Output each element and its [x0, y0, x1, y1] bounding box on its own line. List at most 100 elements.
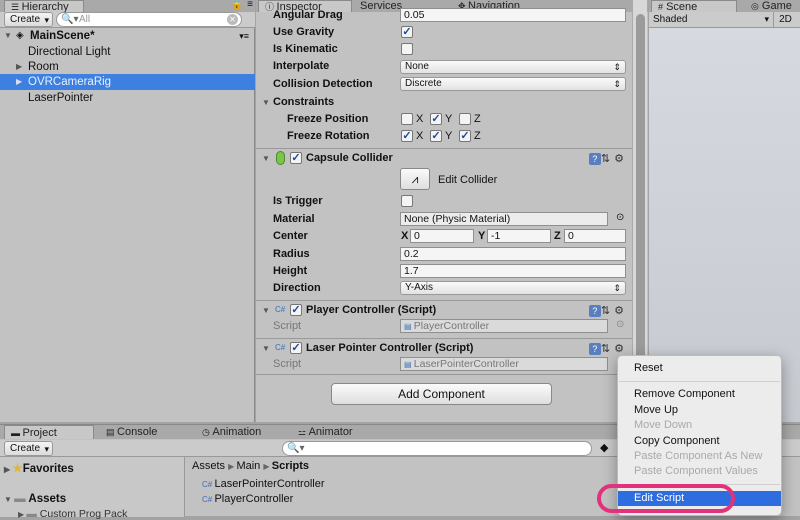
- capsule-collider-enabled-checkbox[interactable]: ✓: [290, 152, 302, 164]
- height-field[interactable]: 1.7: [400, 264, 626, 278]
- expand-arrow-icon[interactable]: ▼: [4, 495, 14, 504]
- add-component-button[interactable]: Add Component: [331, 383, 552, 405]
- hierarchy-search-input[interactable]: 🔍▾ All ✕: [56, 12, 242, 27]
- freeze-position-x-checkbox[interactable]: [401, 113, 413, 125]
- menu-item-remove-component[interactable]: Remove Component: [618, 387, 781, 402]
- tab-animation[interactable]: ◷ Animation: [196, 425, 267, 439]
- menu-item-copy-component[interactable]: Copy Component: [618, 434, 781, 449]
- foldout-icon[interactable]: ▼: [262, 344, 270, 353]
- scene-row[interactable]: ▼ ◈ MainScene* ▾≡: [0, 28, 255, 44]
- angular-drag-field[interactable]: 0.05: [400, 8, 626, 22]
- list-item[interactable]: C# PlayerController: [202, 492, 293, 507]
- chevron-down-icon: ▾: [764, 14, 769, 24]
- interpolate-select[interactable]: None ⇕: [400, 60, 626, 74]
- is-kinematic-checkbox[interactable]: [401, 43, 413, 55]
- menu-item-reset[interactable]: Reset: [618, 361, 781, 376]
- freeze-position-y-checkbox[interactable]: ✓: [430, 113, 442, 125]
- settings-gear-icon[interactable]: ⚙: [614, 153, 628, 165]
- collapsed-arrow-icon[interactable]: ▶: [16, 59, 22, 75]
- script-label: Script: [273, 358, 302, 370]
- settings-gear-icon[interactable]: ⚙: [614, 343, 628, 355]
- material-field[interactable]: None (Physic Material): [400, 212, 608, 226]
- hierarchy-item-label: Room: [28, 61, 59, 73]
- updown-icon: ⇕: [613, 62, 621, 72]
- player-controller-header[interactable]: ▼ C# ✓ Player Controller (Script) ? ⇅⚙: [256, 300, 634, 320]
- tab-animator-label: Animator: [308, 426, 353, 438]
- hierarchy-item-room[interactable]: ▶ Room: [0, 59, 255, 75]
- edit-collider-label: Edit Collider: [438, 174, 498, 186]
- tab-console[interactable]: ▤ Console: [100, 425, 163, 439]
- freeze-rotation-x-checkbox[interactable]: ✓: [401, 130, 413, 142]
- collision-detection-select[interactable]: Discrete ⇕: [400, 77, 626, 91]
- console-icon: ▤: [106, 427, 118, 437]
- hierarchy-item-ovrcamerarig[interactable]: ▶ OVRCameraRig: [0, 74, 255, 90]
- freeze-position-z-checkbox[interactable]: [459, 113, 471, 125]
- tab-project[interactable]: ▬ Project: [4, 425, 94, 439]
- 2d-toggle-button[interactable]: 2D: [773, 12, 797, 27]
- capsule-collider-header[interactable]: ▼ ✓ Capsule Collider ? ⇅⚙: [256, 148, 634, 168]
- freeze-rotation-y-checkbox[interactable]: ✓: [430, 130, 442, 142]
- list-item[interactable]: C# LaserPointerController: [202, 477, 325, 492]
- menu-item-label: Reset: [634, 362, 663, 374]
- project-search-input[interactable]: 🔍▾: [282, 441, 592, 456]
- hierarchy-item-directional-light[interactable]: Directional Light: [0, 44, 255, 60]
- tab-animator[interactable]: ⚍ Animator: [292, 425, 359, 439]
- center-y-field[interactable]: -1: [487, 229, 551, 243]
- constraints-foldout-icon[interactable]: ▼: [262, 98, 270, 107]
- player-controller-enabled-checkbox[interactable]: ✓: [290, 304, 302, 316]
- hierarchy-item-laserpointer[interactable]: LaserPointer: [0, 90, 255, 106]
- breadcrumb-main[interactable]: Main: [236, 460, 260, 472]
- use-gravity-checkbox[interactable]: ✓: [401, 26, 413, 38]
- clear-search-icon[interactable]: ✕: [227, 14, 238, 25]
- foldout-icon[interactable]: ▼: [262, 306, 270, 315]
- help-icon[interactable]: ?: [588, 153, 601, 165]
- collision-detection-label: Collision Detection: [273, 78, 373, 90]
- laser-controller-enabled-checkbox[interactable]: ✓: [290, 342, 302, 354]
- hierarchy-item-label: LaserPointer: [28, 92, 94, 104]
- scene-menu-icon[interactable]: ▾≡: [239, 28, 249, 44]
- settings-gear-icon[interactable]: ⚙: [614, 305, 628, 317]
- folder-icon: ▬: [14, 493, 26, 505]
- project-create-dropdown[interactable]: Create: [4, 441, 54, 456]
- expand-arrow-icon[interactable]: ▼: [4, 28, 12, 44]
- scrollbar-thumb[interactable]: [636, 14, 645, 374]
- tab-hierarchy[interactable]: ☰ Hierarchy: [4, 0, 84, 13]
- hierarchy-item-label: Directional Light: [28, 46, 111, 58]
- menu-item-move-up[interactable]: Move Up: [618, 403, 781, 418]
- breadcrumb-scripts[interactable]: Scripts: [272, 460, 309, 472]
- direction-select[interactable]: Y-Axis ⇕: [400, 281, 626, 295]
- create-dropdown[interactable]: Create: [4, 12, 54, 27]
- assets-row[interactable]: ▼ ▬ Assets: [4, 491, 66, 507]
- shading-mode-dropdown[interactable]: Shaded ▾: [653, 12, 769, 27]
- center-x-field[interactable]: 0: [410, 229, 474, 243]
- lock-icon[interactable]: 🔒: [231, 0, 243, 10]
- is-trigger-checkbox[interactable]: [401, 195, 413, 207]
- breadcrumb-assets[interactable]: Assets: [192, 460, 225, 472]
- tab-scene[interactable]: # Scene: [651, 0, 737, 13]
- freeze-rotation-label: Freeze Rotation: [287, 130, 370, 142]
- tab-game[interactable]: ◎ Game: [745, 0, 798, 12]
- collision-detection-value: Discrete: [405, 78, 442, 89]
- preset-icon[interactable]: ⇅: [601, 343, 614, 355]
- radius-field[interactable]: 0.2: [400, 247, 626, 261]
- create-label: Create: [10, 14, 41, 25]
- center-z-field[interactable]: 0: [564, 229, 626, 243]
- favorites-row[interactable]: ▶ ★Favorites: [4, 461, 74, 477]
- menu-item-label: Paste Component As New: [634, 450, 763, 462]
- help-icon[interactable]: ?: [588, 343, 601, 355]
- help-icon[interactable]: ?: [588, 305, 601, 317]
- menu-item-paste-values: Paste Component Values: [618, 464, 781, 479]
- collapsed-arrow-icon[interactable]: ▶: [16, 74, 22, 90]
- foldout-icon[interactable]: ▼: [262, 154, 270, 163]
- preset-icon[interactable]: ⇅: [601, 305, 614, 317]
- label-filter-icon[interactable]: ◆: [600, 441, 608, 454]
- edit-collider-button[interactable]: ⩘: [400, 168, 430, 190]
- preset-icon[interactable]: ⇅: [601, 153, 614, 165]
- hierarchy-toolbar: Create 🔍▾ All ✕: [0, 12, 255, 28]
- object-picker-icon[interactable]: ⊙: [616, 212, 624, 223]
- unity-scene-icon: ◈: [16, 30, 24, 41]
- assets-child-row[interactable]: ▶ ▬ Custom Prog Pack: [18, 508, 183, 520]
- laser-pointer-controller-header[interactable]: ▼ C# ✓ Laser Pointer Controller (Script)…: [256, 338, 634, 358]
- panel-menu-icon[interactable]: ≡: [247, 0, 253, 10]
- freeze-rotation-z-checkbox[interactable]: ✓: [459, 130, 471, 142]
